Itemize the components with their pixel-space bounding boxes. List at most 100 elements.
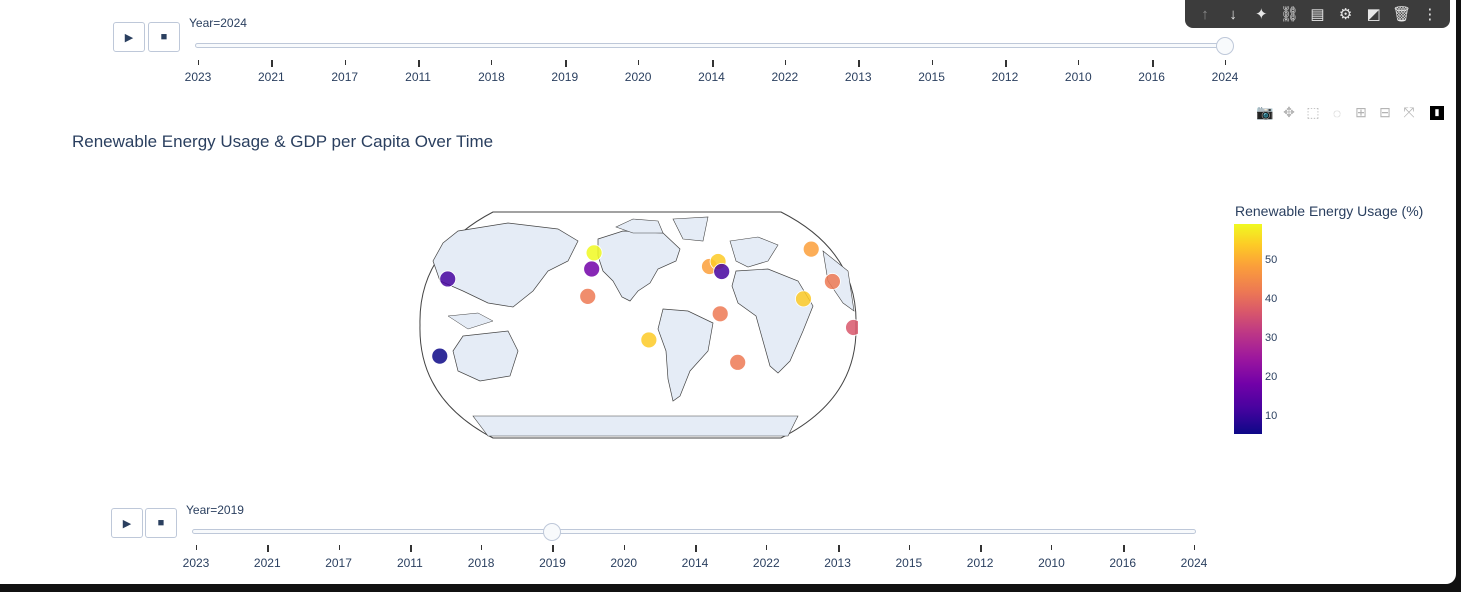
more-vertical-icon[interactable]: ⋮ [1418, 5, 1442, 23]
colorbar [1234, 224, 1262, 434]
colorbar-tick: 10 [1265, 410, 1278, 422]
slider-step-label[interactable]: 2021 [258, 70, 285, 84]
stop-button[interactable]: ■ [145, 508, 177, 538]
sparkle-icon[interactable]: ✦ [1249, 5, 1273, 23]
pan-icon[interactable]: ✥ [1280, 104, 1298, 121]
slider-step-label[interactable]: 2015 [918, 70, 945, 84]
plotly-logo-icon[interactable]: ▮ [1430, 105, 1444, 120]
slider-tick [766, 545, 768, 550]
slider-tick [695, 545, 697, 552]
lasso-icon[interactable]: ◌ [1328, 105, 1346, 121]
split-icon[interactable]: ◩ [1362, 5, 1386, 23]
geo-map[interactable] [418, 211, 862, 444]
slider-current-value: Year=2019 [186, 503, 244, 517]
slider-tick [481, 545, 483, 550]
map-svg[interactable] [418, 211, 862, 439]
map-point[interactable] [583, 260, 601, 278]
slider-step-label[interactable]: 2014 [682, 556, 709, 570]
slider-step-label[interactable]: 2024 [1181, 556, 1208, 570]
slider-step-label[interactable]: 2022 [753, 556, 780, 570]
slider-step-label[interactable]: 2010 [1038, 556, 1065, 570]
map-point[interactable] [431, 347, 449, 365]
slider-tick [1004, 60, 1007, 67]
slider-step-label[interactable]: 2012 [992, 70, 1019, 84]
slider-tick [1151, 60, 1154, 67]
slider-step-label[interactable]: 2020 [610, 556, 637, 570]
map-point[interactable] [711, 305, 729, 323]
stop-icon: ■ [160, 31, 168, 43]
map-point[interactable] [824, 273, 841, 290]
slider-step-label[interactable]: 2013 [824, 556, 851, 570]
slider-step-label[interactable]: 2023 [183, 556, 210, 570]
bottom-animation-controls: ▶ ■ Year=2019 2023 2021 2017 2011 2018 2019 20… [0, 486, 1250, 570]
slider-step-label[interactable]: 2022 [771, 70, 798, 84]
slider-step-label[interactable]: 2020 [625, 70, 652, 84]
play-icon: ▶ [122, 517, 132, 530]
slider-step-label[interactable]: 2017 [325, 556, 352, 570]
slider-step-label[interactable]: 2024 [1212, 70, 1239, 84]
autoscale-icon[interactable]: ⤧ [1400, 104, 1418, 121]
map-point[interactable] [729, 353, 747, 371]
map-point[interactable] [802, 240, 820, 258]
slider-step-label[interactable]: 2010 [1065, 70, 1092, 84]
slider-tick [931, 60, 933, 65]
slider-step-label[interactable]: 2013 [845, 70, 872, 84]
slider-step-label[interactable]: 2019 [551, 70, 578, 84]
stop-button[interactable]: ■ [148, 22, 180, 52]
zoom-out-icon[interactable]: ⊟ [1376, 104, 1394, 121]
link-icon[interactable]: ⛓ [1277, 5, 1301, 23]
slider-step-label[interactable]: 2019 [539, 556, 566, 570]
slider-current-value: Year=2024 [189, 16, 247, 30]
slider-tick [344, 60, 346, 65]
slider-rail[interactable] [192, 529, 1196, 534]
gear-icon[interactable]: ⚙ [1334, 5, 1358, 23]
slider-step-label[interactable]: 2017 [331, 70, 358, 84]
play-icon: ▶ [124, 31, 134, 44]
slider-step-label[interactable]: 2018 [468, 556, 495, 570]
box-select-icon[interactable]: ⬚ [1304, 104, 1322, 121]
slider-tick [980, 545, 983, 552]
slider-step-label[interactable]: 2015 [895, 556, 922, 570]
slider-tick [837, 545, 840, 552]
slider-step-label[interactable]: 2018 [478, 70, 505, 84]
slider-tick [1078, 60, 1080, 65]
antarctica [472, 415, 799, 437]
slider-step-label[interactable]: 2023 [185, 70, 212, 84]
slider-step-label[interactable]: 2014 [698, 70, 725, 84]
colorbar-tick: 40 [1265, 293, 1278, 305]
play-button[interactable]: ▶ [111, 508, 143, 538]
slider-tick [858, 60, 861, 67]
slider-tick [491, 60, 493, 65]
slider-rail[interactable] [195, 43, 1231, 48]
map-point[interactable] [579, 287, 597, 305]
slider-step-label[interactable]: 2016 [1109, 556, 1136, 570]
slider-step-label[interactable]: 2011 [397, 556, 423, 570]
slider-tick [623, 545, 625, 550]
play-button[interactable]: ▶ [113, 22, 145, 52]
plot-modebar: 📷 ✥ ⬚ ◌ ⊞ ⊟ ⤧ ▮ [1256, 104, 1444, 121]
colorbar-tick: 50 [1265, 254, 1278, 266]
comment-icon[interactable]: ▤ [1305, 5, 1329, 23]
map-point[interactable] [845, 319, 862, 336]
map-point[interactable] [713, 263, 731, 280]
stop-icon: ■ [157, 517, 165, 529]
slider-step-label[interactable]: 2012 [967, 556, 994, 570]
map-point[interactable] [795, 290, 812, 308]
zoom-in-icon[interactable]: ⊞ [1352, 104, 1370, 121]
colorbar-tick: 30 [1265, 332, 1278, 344]
camera-icon[interactable]: 📷 [1256, 104, 1274, 121]
slider-step-label[interactable]: 2021 [254, 556, 281, 570]
slider-step-label[interactable]: 2011 [405, 70, 431, 84]
trash-icon[interactable]: 🗑 [1390, 5, 1414, 23]
slider-tick [267, 545, 270, 552]
chart-title: Renewable Energy Usage & GDP per Capita … [72, 132, 494, 151]
slider-tick [638, 60, 640, 65]
slider-grip[interactable] [1216, 37, 1234, 55]
slider-tick [564, 60, 567, 67]
map-point[interactable] [439, 270, 457, 288]
slider-grip[interactable] [543, 523, 562, 541]
map-point[interactable] [640, 331, 658, 349]
slider-step-label[interactable]: 2016 [1138, 70, 1165, 84]
top-animation-controls: ▶ ■ Year=2024 2023 2021 2017 2011 2018 2019 20… [0, 0, 1250, 84]
map-point[interactable] [585, 244, 603, 262]
